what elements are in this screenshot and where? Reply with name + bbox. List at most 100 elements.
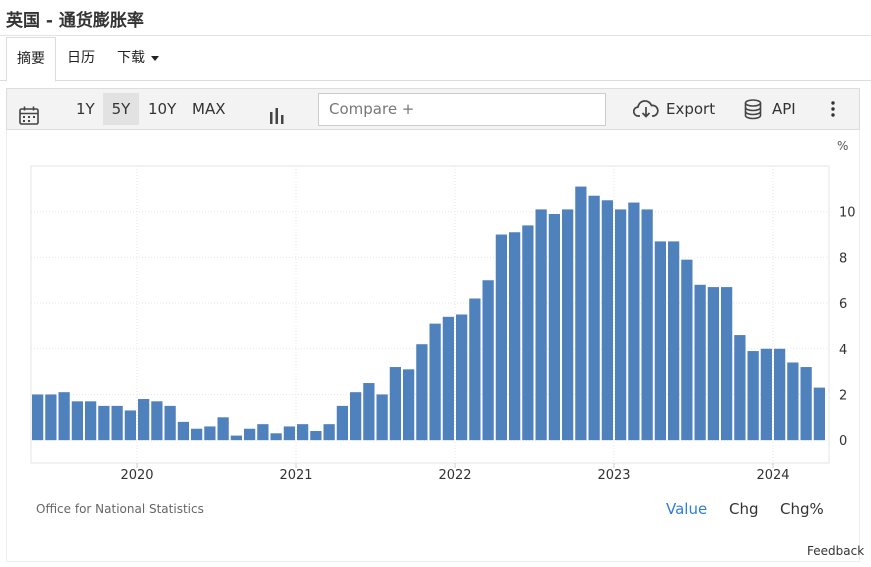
chart-panel: 0 2 4 6 8 10 2020 2021 2022 2023 2024% — [6, 130, 860, 562]
bar-2021-03 — [323, 424, 335, 441]
range-1y-button[interactable]: 1Y — [76, 89, 95, 129]
bar-2024-02 — [787, 362, 799, 441]
chart-toolbar: 1Y 5Y 10Y MAX Compare + Export API — [6, 88, 860, 130]
tab-calendar[interactable]: 日历 — [67, 37, 95, 81]
mode-chg-button[interactable]: Chg — [729, 500, 759, 518]
bar-2023-11 — [747, 351, 759, 441]
bar-2023-12 — [760, 348, 772, 441]
mode-chg-percent-button[interactable]: Chg% — [780, 500, 824, 518]
range-10y-button[interactable]: 10Y — [148, 89, 176, 129]
bar-2019-05 — [32, 394, 44, 441]
y-tick-label: 2 — [839, 388, 847, 403]
bar-2022-01 — [456, 314, 468, 441]
bar-2020-10 — [257, 424, 269, 441]
bar-2022-02 — [469, 298, 481, 441]
bar-2021-11 — [429, 323, 441, 441]
more-options-icon[interactable] — [831, 89, 835, 129]
bar-2019-07 — [58, 392, 70, 441]
bar-2021-04 — [336, 405, 348, 441]
bar-2020-06 — [204, 426, 216, 441]
bar-2023-03 — [641, 209, 653, 441]
bar-2020-03 — [164, 405, 176, 441]
cloud-download-icon — [633, 100, 659, 118]
bar-2022-05 — [509, 232, 521, 441]
bar-2019-10 — [98, 405, 110, 441]
x-tick-label: 2022 — [438, 468, 471, 483]
bar-chart-icon[interactable] — [268, 100, 286, 124]
title-bar: 英国 - 通货膨胀率 — [0, 0, 871, 36]
bar-2022-03 — [482, 280, 494, 441]
bar-2022-10 — [575, 186, 587, 441]
mode-value-button[interactable]: Value — [666, 500, 707, 518]
bar-2022-12 — [601, 200, 613, 441]
bar-2021-02 — [310, 431, 322, 441]
bar-2023-02 — [628, 202, 640, 441]
y-tick-label: 6 — [839, 297, 847, 312]
bar-2019-09 — [85, 401, 97, 441]
inflation-bar-chart: 0 2 4 6 8 10 2020 2021 2022 2023 2024% — [30, 139, 856, 483]
bar-2020-08 — [230, 435, 242, 441]
tab-summary[interactable]: 摘要 — [6, 37, 56, 82]
unit-label: % — [837, 139, 848, 153]
bar-2022-11 — [588, 195, 600, 441]
compare-input[interactable]: Compare + — [318, 93, 606, 126]
y-tick-label: 10 — [839, 206, 856, 221]
export-label: Export — [666, 100, 716, 118]
bar-2020-05 — [191, 428, 203, 441]
y-tick-label: 4 — [839, 343, 847, 358]
bar-2023-09 — [721, 287, 733, 441]
bar-2022-04 — [495, 234, 507, 441]
bar-2020-02 — [151, 401, 163, 441]
x-tick-label: 2021 — [279, 468, 312, 483]
tab-bar: 摘要 日历 下载 — [0, 37, 871, 82]
bar-2023-07 — [694, 284, 706, 441]
bar-2019-08 — [71, 401, 83, 441]
bar-2021-10 — [416, 344, 428, 441]
bar-2019-11 — [111, 405, 123, 441]
bar-2022-08 — [548, 213, 560, 441]
range-max-button[interactable]: MAX — [192, 89, 225, 129]
bar-2021-08 — [389, 367, 401, 441]
bar-2022-09 — [562, 209, 574, 441]
bar-2021-07 — [376, 394, 388, 441]
bar-2020-04 — [177, 421, 189, 441]
bar-2020-11 — [270, 433, 282, 441]
bar-2021-06 — [363, 383, 375, 441]
calendar-icon[interactable] — [19, 100, 39, 125]
bar-2020-09 — [244, 428, 256, 441]
bar-2023-05 — [668, 241, 680, 441]
page-title: 英国 - 通货膨胀率 — [6, 11, 144, 31]
tab-download-label: 下载 — [117, 50, 145, 66]
bar-2024-01 — [774, 348, 786, 441]
bar-2023-04 — [654, 241, 666, 441]
tab-download[interactable]: 下载 — [117, 37, 159, 81]
bar-2021-09 — [403, 369, 415, 441]
caret-down-icon — [151, 55, 159, 61]
bar-2023-10 — [734, 335, 746, 441]
bar-2022-07 — [535, 209, 547, 441]
bar-2020-12 — [283, 426, 295, 441]
y-tick-label: 0 — [839, 434, 847, 449]
bar-2019-06 — [45, 394, 57, 441]
bar-2020-07 — [217, 417, 229, 441]
x-tick-label: 2024 — [756, 468, 789, 483]
x-tick-label: 2023 — [597, 468, 630, 483]
data-source: Office for National Statistics — [36, 502, 204, 516]
bar-2024-04 — [813, 387, 825, 441]
bar-2021-01 — [297, 424, 309, 441]
x-tick-label: 2020 — [120, 468, 153, 483]
bar-2020-01 — [138, 399, 150, 441]
api-label: API — [772, 100, 796, 118]
y-tick-label: 8 — [839, 251, 847, 266]
bar-2023-06 — [681, 259, 693, 441]
bar-2021-05 — [350, 392, 362, 441]
bar-2023-08 — [707, 287, 719, 441]
bar-2023-01 — [615, 209, 627, 441]
bar-2024-03 — [800, 367, 812, 441]
range-5y-button[interactable]: 5Y — [103, 93, 139, 125]
bar-2022-06 — [522, 225, 534, 441]
bar-2021-12 — [442, 316, 454, 441]
database-icon — [744, 99, 762, 120]
feedback-link[interactable]: Feedback — [807, 544, 864, 558]
bar-2019-12 — [124, 410, 136, 441]
